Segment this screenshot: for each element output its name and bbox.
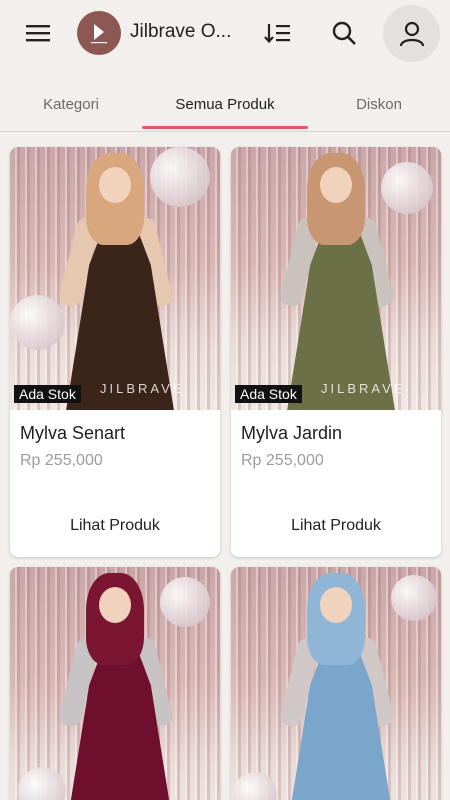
tab-semua-produk[interactable]: Semua Produk	[142, 78, 308, 130]
product-name: Mylva Jardin	[241, 423, 343, 443]
account-icon[interactable]	[383, 5, 440, 62]
tab-diskon[interactable]: Diskon	[308, 78, 450, 130]
product-card[interactable]	[231, 567, 441, 800]
tab-kategori[interactable]: Kategori	[0, 78, 142, 130]
search-icon[interactable]	[322, 13, 366, 53]
tab-bar: Kategori Semua Produk Diskon	[0, 78, 450, 132]
brand-watermark: JILBRAVE	[321, 381, 406, 396]
app-bar: Jilbrave O...	[0, 0, 450, 66]
view-product-button[interactable]: Lihat Produk	[10, 517, 220, 535]
active-tab-indicator	[142, 126, 308, 129]
product-price: Rp 255,000	[20, 452, 103, 469]
menu-icon[interactable]	[16, 13, 60, 53]
stock-badge: Ada Stok	[235, 385, 302, 403]
product-card[interactable]	[10, 567, 220, 800]
product-image[interactable]	[10, 567, 220, 800]
product-image[interactable]	[231, 567, 441, 800]
sort-icon[interactable]	[256, 13, 300, 53]
product-card[interactable]: JILBRAVE Ada Stok Mylva Senart Rp 255,00…	[10, 147, 220, 557]
product-image[interactable]: JILBRAVE Ada Stok	[231, 147, 441, 410]
product-image[interactable]: JILBRAVE Ada Stok	[10, 147, 220, 410]
stock-badge: Ada Stok	[14, 385, 81, 403]
product-name: Mylva Senart	[20, 423, 126, 443]
app-title: Jilbrave O...	[130, 21, 232, 42]
product-card[interactable]: JILBRAVE Ada Stok Mylva Jardin Rp 255,00…	[231, 147, 441, 557]
brand-watermark: JILBRAVE	[100, 381, 185, 396]
product-price: Rp 255,000	[241, 452, 324, 469]
brand-logo	[77, 11, 121, 55]
view-product-button[interactable]: Lihat Produk	[231, 517, 441, 535]
